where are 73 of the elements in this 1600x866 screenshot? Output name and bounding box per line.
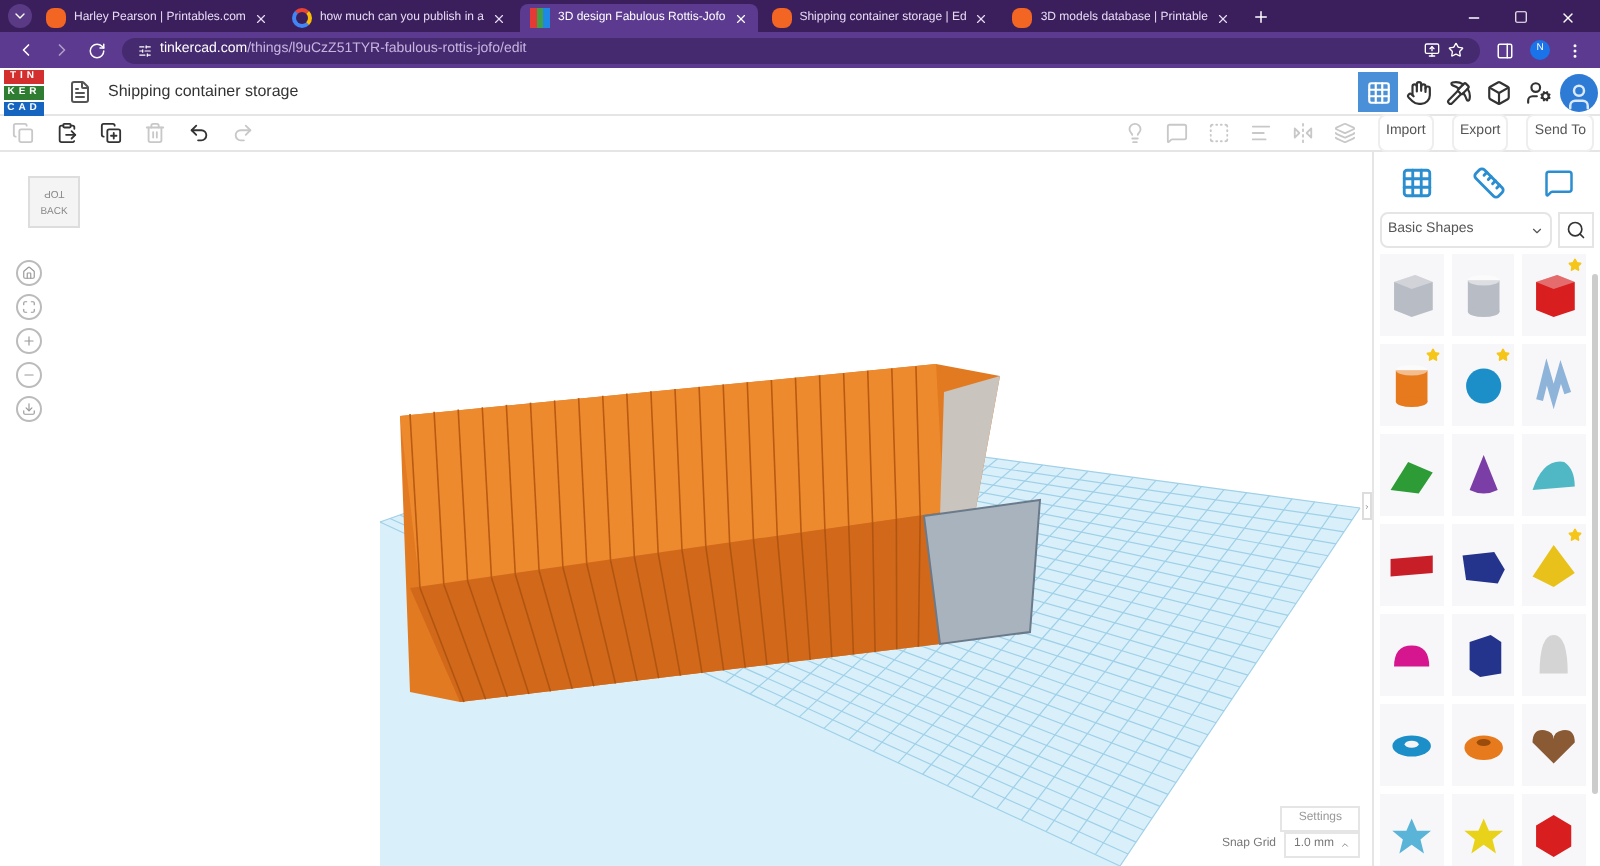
design-menu-icon[interactable] xyxy=(68,80,92,104)
duplicate-icon xyxy=(100,122,122,144)
align-icon xyxy=(1250,122,1272,144)
scrollbar[interactable] xyxy=(1592,274,1598,794)
shape-tile[interactable] xyxy=(1451,524,1515,606)
shape-tile[interactable] xyxy=(1451,434,1515,516)
redo-icon xyxy=(232,122,254,144)
paste-icon xyxy=(56,122,78,144)
fit-icon xyxy=(22,300,36,314)
home-view-button[interactable] xyxy=(16,260,42,286)
close-icon[interactable] xyxy=(253,11,268,25)
search-icon xyxy=(1566,220,1586,240)
caret-icon xyxy=(1340,840,1350,850)
user-settings-icon[interactable] xyxy=(1526,79,1552,105)
panel-toggle-icon[interactable] xyxy=(1362,492,1372,520)
shape-tile[interactable] xyxy=(1522,704,1586,786)
tab-favicon-icon xyxy=(291,8,312,28)
ruler-tool-icon[interactable] xyxy=(1471,165,1506,199)
close-icon[interactable] xyxy=(492,11,506,25)
favorite-star-icon xyxy=(1496,348,1511,362)
shape-tile[interactable] xyxy=(1380,524,1444,606)
grid-icon xyxy=(1365,79,1391,105)
shape-tile[interactable] xyxy=(1451,254,1515,336)
shape-tile[interactable] xyxy=(1451,614,1515,696)
tab-favicon-icon xyxy=(771,8,792,28)
tab-favicon-icon xyxy=(46,8,66,28)
tab-favicon-icon xyxy=(1012,8,1033,28)
user-icon xyxy=(1564,81,1594,111)
paste-button[interactable] xyxy=(56,122,78,144)
new-tab-icon[interactable] xyxy=(1251,8,1270,26)
reload-icon[interactable] xyxy=(88,41,106,59)
copy-icon xyxy=(12,122,34,144)
undo-icon xyxy=(188,122,210,144)
site-settings-icon[interactable] xyxy=(138,43,152,57)
design-title[interactable]: Shipping container storage xyxy=(108,80,299,104)
shape-tile[interactable] xyxy=(1380,344,1444,426)
minus-icon xyxy=(22,368,36,382)
shape-tile[interactable] xyxy=(1380,434,1444,516)
favorite-star-icon xyxy=(1567,528,1582,542)
restore-icon[interactable] xyxy=(1514,10,1528,24)
shape-tile[interactable] xyxy=(1451,704,1515,786)
shape-tile[interactable] xyxy=(1522,614,1586,696)
install-icon[interactable] xyxy=(1424,42,1440,58)
shape-tile[interactable] xyxy=(1522,254,1586,336)
shape-tile[interactable] xyxy=(1451,344,1515,426)
tab-favicon-icon xyxy=(530,8,550,28)
pickaxe-icon xyxy=(1445,79,1471,105)
bookmark-icon[interactable] xyxy=(1448,42,1464,58)
chevron-icon xyxy=(12,8,28,24)
shape-tile[interactable] xyxy=(1522,524,1586,606)
note-tool-icon[interactable] xyxy=(1543,167,1574,197)
account-avatar[interactable] xyxy=(1560,73,1598,111)
download-icon xyxy=(22,402,36,416)
search-button[interactable] xyxy=(1558,212,1594,248)
undo-button[interactable] xyxy=(188,122,210,144)
duplicate-button[interactable] xyxy=(100,122,122,144)
delete-icon xyxy=(144,122,166,144)
shape-tile[interactable] xyxy=(1522,434,1586,516)
favorite-star-icon xyxy=(1567,258,1582,272)
side-panel-icon[interactable] xyxy=(1496,41,1514,59)
tab-search-icon[interactable] xyxy=(8,4,32,28)
caret-icon xyxy=(1530,223,1544,237)
close-icon[interactable] xyxy=(974,11,989,25)
favorite-star-icon xyxy=(1425,348,1440,362)
shape-tile[interactable] xyxy=(1380,254,1444,336)
shape-tile[interactable] xyxy=(1380,614,1444,696)
shape-tile[interactable] xyxy=(1380,704,1444,786)
plus-icon xyxy=(22,334,36,348)
home-icon xyxy=(22,266,36,280)
mirror-icon xyxy=(1292,122,1314,144)
shape-tile[interactable] xyxy=(1522,344,1586,426)
close-icon[interactable] xyxy=(1215,11,1230,25)
workplane-tool-icon[interactable] xyxy=(1400,165,1435,199)
